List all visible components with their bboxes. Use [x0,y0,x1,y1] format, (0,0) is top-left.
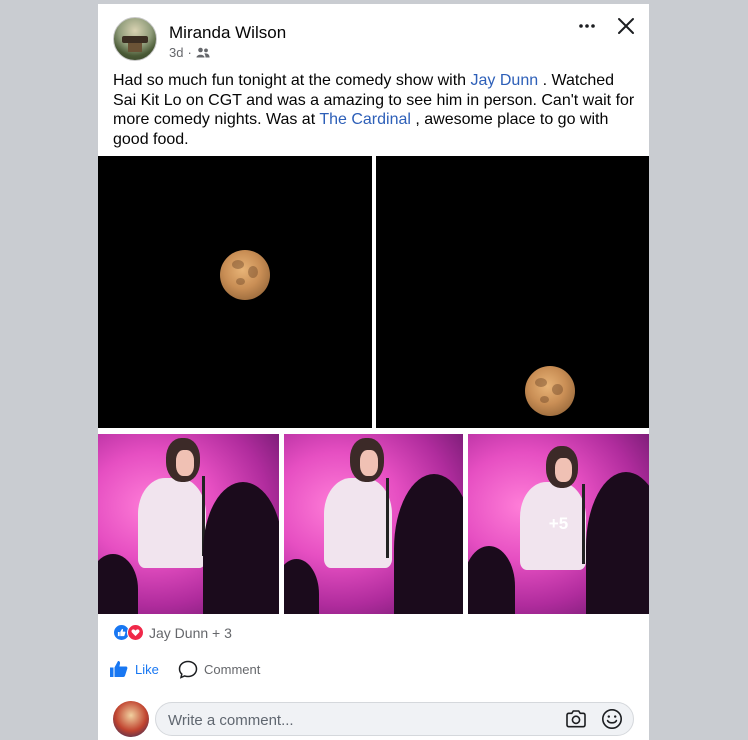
post-time[interactable]: 3d [169,45,183,60]
moon-image [220,250,270,300]
post-text: Had so much fun tonight at the comedy sh… [113,71,638,149]
tag-the-cardinal[interactable]: The Cardinal [319,111,411,128]
like-icon [110,661,128,677]
comment-icon [178,660,198,679]
more-icon[interactable] [576,15,598,37]
meta-separator: · [187,45,192,60]
reactions-summary[interactable]: Jay Dunn + 3 [113,624,232,641]
like-button[interactable]: Like [109,660,159,678]
photo-moon-1[interactable] [98,156,372,428]
post-text-part: Had so much fun tonight at the comedy sh… [113,72,471,89]
photo-comedian-2[interactable] [284,434,463,614]
moon-image [525,366,575,416]
comment-composer [113,701,634,737]
camera-icon[interactable] [565,709,587,729]
comment-box[interactable] [155,702,634,736]
author-avatar[interactable] [113,17,157,61]
love-reaction-icon [127,624,144,641]
more-photos-count[interactable]: +5 [468,434,649,614]
post-meta: 3d · [169,45,210,60]
photo-comedian-1[interactable] [98,434,279,614]
reactions-text: Jay Dunn + 3 [149,624,232,641]
emoji-icon[interactable] [601,708,623,730]
author-name[interactable]: Miranda Wilson [169,23,286,43]
like-label: Like [135,661,159,677]
comment-label: Comment [204,662,261,677]
close-icon[interactable] [616,16,636,36]
post-card: Miranda Wilson 3d · Had so much fun toni… [98,4,649,740]
photo-moon-2[interactable] [376,156,649,428]
comment-button[interactable]: Comment [178,660,260,679]
photo-comedian-3[interactable]: +5 [468,434,649,614]
friends-icon [196,47,210,58]
tag-jay-dunn[interactable]: Jay Dunn [471,72,539,89]
current-user-avatar[interactable] [113,701,149,737]
comment-input[interactable] [166,709,550,731]
